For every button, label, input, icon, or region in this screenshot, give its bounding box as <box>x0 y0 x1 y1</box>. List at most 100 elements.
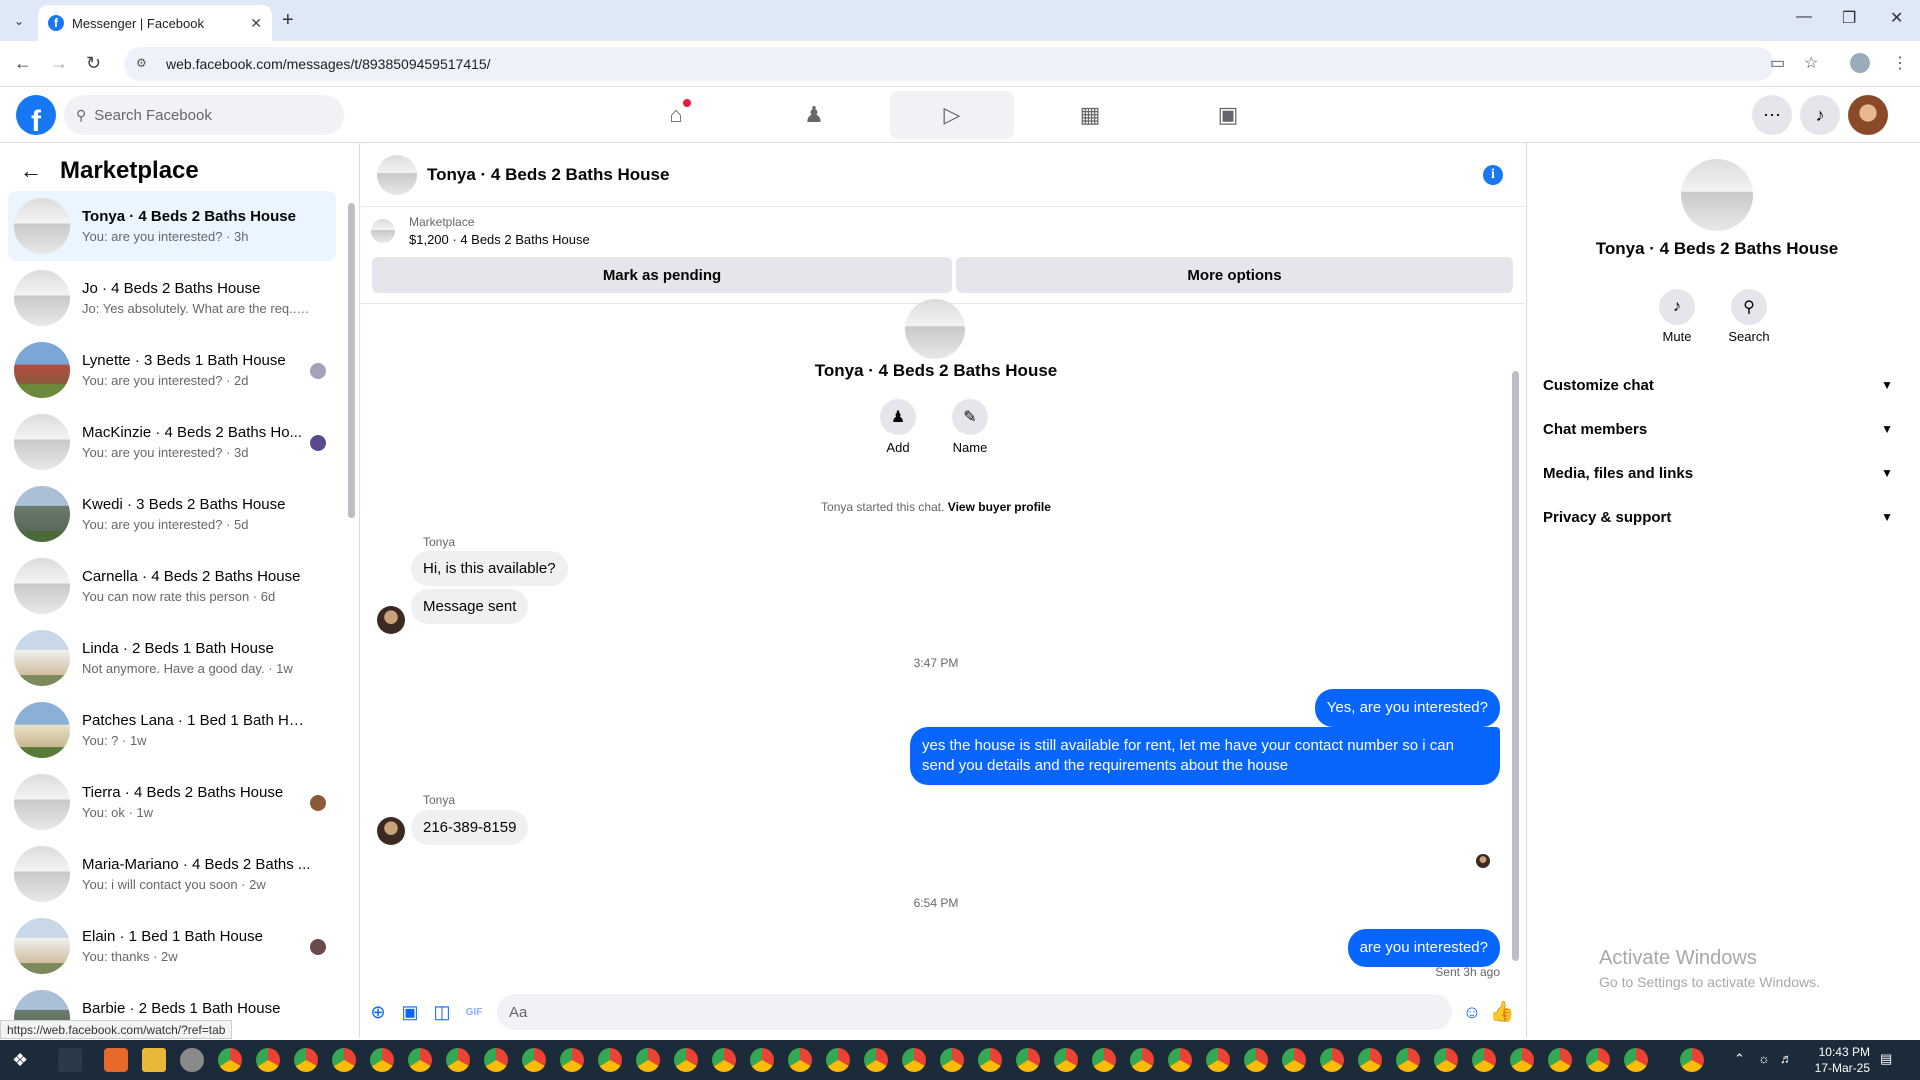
chrome-icon[interactable] <box>1396 1048 1420 1072</box>
emoji-icon[interactable]: ☺ <box>1461 1001 1483 1023</box>
chrome-icon[interactable] <box>864 1048 888 1072</box>
gif-icon[interactable]: GIF <box>463 1001 485 1023</box>
chat-avatar[interactable] <box>377 154 417 195</box>
site-info-icon[interactable]: ⚙ <box>136 56 152 72</box>
tab-search-icon[interactable]: ⌄ <box>8 10 30 32</box>
edit-name-icon[interactable]: ✎ <box>952 399 988 435</box>
incoming-message[interactable]: Hi, is this available? <box>411 551 568 586</box>
chat-scrollbar[interactable] <box>1512 371 1519 961</box>
url-field[interactable]: ⚙ web.facebook.com/messages/t/8938509459… <box>124 47 1774 81</box>
add-people-icon[interactable]: ♟ <box>880 399 916 435</box>
mute-bell-icon[interactable]: ♪ <box>1659 289 1695 325</box>
more-options-button[interactable]: More options <box>956 257 1513 293</box>
chrome-icon[interactable] <box>446 1048 470 1072</box>
plus-circle-icon[interactable]: ⊕ <box>367 1001 389 1023</box>
chrome-icon[interactable] <box>1016 1048 1040 1072</box>
chrome-icon[interactable] <box>294 1048 318 1072</box>
chrome-icon[interactable] <box>1624 1048 1648 1072</box>
photo-icon[interactable]: ▣ <box>399 1001 421 1023</box>
chrome-icon[interactable] <box>788 1048 812 1072</box>
chrome-icon[interactable] <box>1680 1048 1704 1072</box>
incoming-message[interactable]: 216-389-8159 <box>411 810 529 845</box>
message-input[interactable]: Aa <box>497 994 1452 1030</box>
browser-tab[interactable]: f Messenger | Facebook ✕ <box>38 5 272 41</box>
customize-chat-section[interactable]: Customize chat ▼ <box>1543 363 1893 407</box>
chrome-icon[interactable] <box>1358 1048 1382 1072</box>
app-icon[interactable] <box>104 1048 128 1072</box>
conversation-item[interactable]: Lynette · 3 Beds 1 Bath House You: are yo… <box>8 335 336 405</box>
media-files-links-section[interactable]: Media, files and links ▼ <box>1543 451 1893 495</box>
notification-center-icon[interactable]: ▤ <box>1880 1051 1892 1067</box>
conversation-item[interactable]: Tierra · 4 Beds 2 Baths House You: ok · 1… <box>8 767 336 837</box>
forward-icon[interactable]: → <box>50 53 68 74</box>
chrome-icon[interactable] <box>1510 1048 1534 1072</box>
info-icon[interactable]: i <box>1483 165 1503 185</box>
chrome-icon[interactable] <box>750 1048 774 1072</box>
task-view-icon[interactable] <box>58 1048 82 1072</box>
outgoing-message[interactable]: are you interested? <box>1347 929 1500 967</box>
volume-icon[interactable]: ♬ <box>1780 1051 1793 1066</box>
taskbar-clock[interactable]: 10:43 PM 17-Mar-25 <box>1815 1044 1870 1076</box>
reload-icon[interactable]: ↻ <box>86 53 101 74</box>
chrome-icon[interactable] <box>522 1048 546 1072</box>
chrome-icon[interactable] <box>826 1048 850 1072</box>
marketplace-listing-bar[interactable]: Marketplace $1,200 · 4 Beds 2 Baths Hous… <box>371 215 590 247</box>
conversation-item[interactable]: Jo · 4 Beds 2 Baths House Jo: Yes absolut… <box>8 263 336 333</box>
back-arrow-icon[interactable]: ← <box>20 158 42 184</box>
chat-members-section[interactable]: Chat members ▼ <box>1543 407 1893 451</box>
app-icon[interactable] <box>180 1048 204 1072</box>
sender-avatar[interactable] <box>377 606 405 634</box>
outgoing-message[interactable]: Yes, are you interested? <box>1314 689 1500 727</box>
facebook-search-input[interactable]: ⚲ Search Facebook <box>64 95 344 135</box>
mark-as-pending-button[interactable]: Mark as pending <box>372 257 952 293</box>
chrome-icon[interactable] <box>1206 1048 1230 1072</box>
new-tab-icon[interactable]: + <box>282 9 294 32</box>
privacy-support-section[interactable]: Privacy & support ▼ <box>1543 495 1893 539</box>
network-icon[interactable]: ☼ <box>1758 1051 1770 1066</box>
chrome-icon[interactable] <box>674 1048 698 1072</box>
chrome-icon[interactable] <box>940 1048 964 1072</box>
chrome-icon[interactable] <box>1586 1048 1610 1072</box>
sidebar-scrollbar[interactable] <box>348 203 355 518</box>
chrome-icon[interactable] <box>1244 1048 1268 1072</box>
chrome-icon[interactable] <box>902 1048 926 1072</box>
chrome-icon[interactable] <box>636 1048 660 1072</box>
chrome-icon[interactable] <box>332 1048 356 1072</box>
chrome-icon[interactable] <box>1472 1048 1496 1072</box>
chrome-icon[interactable] <box>484 1048 508 1072</box>
account-avatar[interactable] <box>1848 95 1888 135</box>
nav-friends-icon[interactable]: ♟ <box>752 91 876 139</box>
close-window-icon[interactable]: ✕ <box>1890 8 1903 28</box>
outgoing-message[interactable]: yes the house is still available for ren… <box>910 727 1500 785</box>
restore-icon[interactable]: ❐ <box>1842 8 1856 28</box>
browser-menu-icon[interactable]: ⋮ <box>1892 53 1908 73</box>
back-icon[interactable]: ← <box>14 53 32 74</box>
chrome-icon[interactable] <box>1054 1048 1078 1072</box>
sticker-icon[interactable]: ◫ <box>431 1001 453 1023</box>
incoming-message[interactable]: Message sent <box>411 589 529 624</box>
file-explorer-icon[interactable] <box>142 1048 166 1072</box>
facebook-logo-icon[interactable]: f <box>16 95 56 135</box>
nav-home-icon[interactable]: ⌂ <box>614 91 738 139</box>
conversation-item[interactable]: Kwedi · 3 Beds 2 Baths House You: are you… <box>8 479 336 549</box>
conversation-item[interactable]: Elain · 1 Bed 1 Bath House You: thanks · … <box>8 911 336 981</box>
search-icon[interactable]: ⚲ <box>1731 289 1767 325</box>
conversation-item[interactable]: Linda · 2 Beds 1 Bath House Not anymore. … <box>8 623 336 693</box>
chrome-icon[interactable] <box>712 1048 736 1072</box>
chrome-icon[interactable] <box>256 1048 280 1072</box>
profile-avatar-icon[interactable] <box>1850 53 1870 73</box>
chrome-icon[interactable] <box>1434 1048 1458 1072</box>
chrome-icon[interactable] <box>978 1048 1002 1072</box>
conversation-item[interactable]: Carnella · 4 Beds 2 Baths House You can n… <box>8 551 336 621</box>
chrome-icon[interactable] <box>1168 1048 1192 1072</box>
chrome-icon[interactable] <box>1548 1048 1572 1072</box>
menu-grid-icon[interactable]: ⋯ <box>1752 95 1792 135</box>
chrome-icon[interactable] <box>1130 1048 1154 1072</box>
install-app-icon[interactable]: ▭ <box>1770 53 1785 73</box>
conversation-item[interactable]: Maria-Mariano · 4 Beds 2 Baths ... You: i… <box>8 839 336 909</box>
thumbs-up-icon[interactable]: 👍 <box>1490 1000 1515 1023</box>
nav-gaming-icon[interactable]: ▣ <box>1166 91 1290 139</box>
chat-title[interactable]: Tonya · 4 Beds 2 Baths House <box>427 165 669 185</box>
windows-start-icon[interactable]: ❖ <box>12 1050 28 1071</box>
tray-chevron-icon[interactable]: ⌃ <box>1734 1051 1745 1067</box>
